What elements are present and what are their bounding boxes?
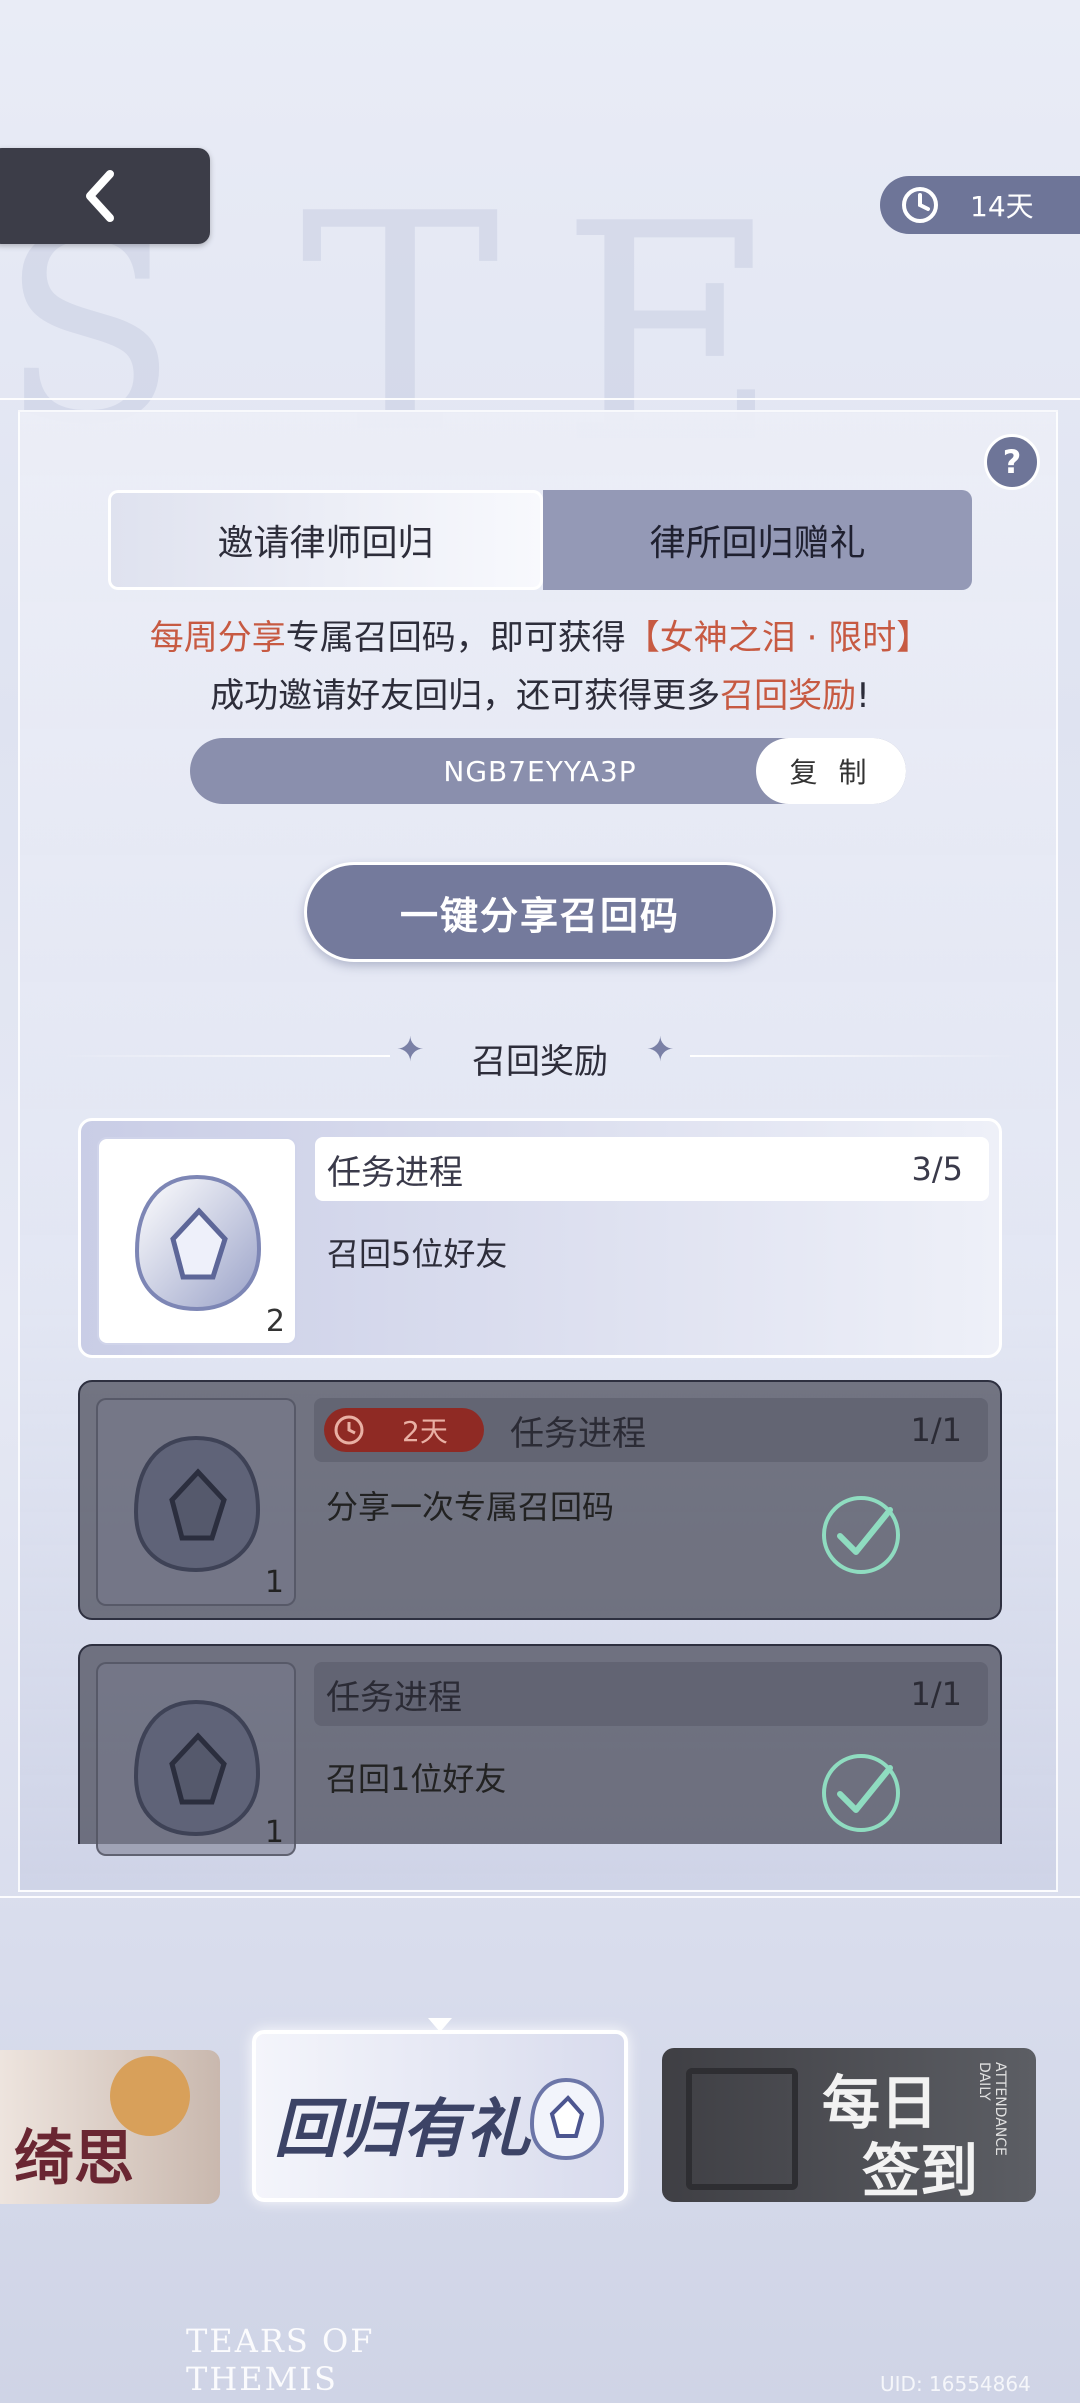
game-logo: TEARS OF THEMIS: [186, 2322, 375, 2398]
clock-icon: [334, 1415, 364, 1445]
progress-label: 任务进程: [510, 1413, 646, 1454]
event-banner-daily-checkin[interactable]: 每日 签到 ATTENDANCE DAILY: [662, 2048, 1036, 2202]
copy-button[interactable]: 复 制: [756, 738, 906, 804]
event-banner-label: 绮思: [14, 2124, 134, 2194]
task-card-completed: 1 2天 任务进程 1/1 分享一次专属召回码: [78, 1380, 1002, 1620]
task-progress-bar: 任务进程 1/1: [314, 1662, 988, 1726]
reward-count: 1: [264, 1815, 284, 1850]
task-progress-bar: 任务进程 3/5: [315, 1137, 989, 1201]
progress-label: 任务进程: [326, 1677, 462, 1718]
selected-indicator-icon: [428, 2018, 452, 2032]
tab-bar: 邀请律师回归 律所回归赠礼: [108, 490, 972, 590]
event-banner-sublabel: ATTENDANCE DAILY: [976, 2062, 1008, 2156]
task-title: 召回5位好友: [327, 1235, 508, 1273]
progress-count: 1/1: [910, 1411, 963, 1449]
event-timer: 14天: [880, 176, 1080, 234]
event-banner-return-gift[interactable]: 回归有礼: [252, 2030, 628, 2202]
event-banner-label: 签到: [862, 2137, 979, 2202]
back-button[interactable]: [0, 148, 210, 244]
calendar-icon: [686, 2068, 798, 2190]
check-icon: [822, 1496, 900, 1574]
task-card-completed: 1 任务进程 1/1 召回1位好友: [78, 1644, 1002, 1856]
timer-value: 14天: [970, 190, 1034, 223]
reward-item[interactable]: 1: [96, 1662, 296, 1856]
task-card: 2 任务进程 3/5 召回5位好友: [78, 1118, 1002, 1358]
task-title: 召回1位好友: [326, 1760, 507, 1798]
progress-count: 1/1: [910, 1675, 963, 1713]
clock-icon: [902, 187, 938, 223]
time-limit-badge: 2天: [324, 1408, 484, 1452]
reward-count: 1: [264, 1565, 284, 1600]
event-banner-qisi[interactable]: 绮思: [0, 2050, 220, 2204]
reward-item[interactable]: 2: [97, 1137, 297, 1345]
gem-icon: [529, 2077, 605, 2161]
task-title: 分享一次专属召回码: [326, 1488, 615, 1526]
tab-return-gift[interactable]: 律所回归赠礼: [543, 490, 972, 590]
progress-label: 任务进程: [327, 1152, 463, 1193]
help-button[interactable]: ?: [984, 434, 1040, 490]
share-code-button[interactable]: 一键分享召回码: [304, 862, 776, 962]
event-banner-label: 回归有礼: [274, 2092, 530, 2167]
chevron-left-icon: [86, 170, 114, 222]
progress-count: 3/5: [911, 1150, 964, 1188]
bottom-event-nav: 绮思 回归有礼 每日 签到 ATTENDANCE DAILY: [0, 2018, 1080, 2230]
check-icon: [822, 1754, 900, 1832]
description-line-2: 成功邀请好友回归，还可获得更多召回奖励!: [210, 676, 870, 716]
reward-count: 2: [265, 1304, 285, 1339]
user-id-label: UID: 16554864: [880, 2372, 1031, 2396]
description-line-1: 每周分享专属召回码，即可获得【女神之泪 · 限时】: [149, 618, 931, 658]
tab-invite-lawyer[interactable]: 邀请律师回归: [108, 490, 543, 590]
reward-item[interactable]: 1: [96, 1398, 296, 1606]
task-progress-bar: 2天 任务进程 1/1: [314, 1398, 988, 1462]
rewards-section-title: 召回奖励: [472, 1042, 608, 1082]
